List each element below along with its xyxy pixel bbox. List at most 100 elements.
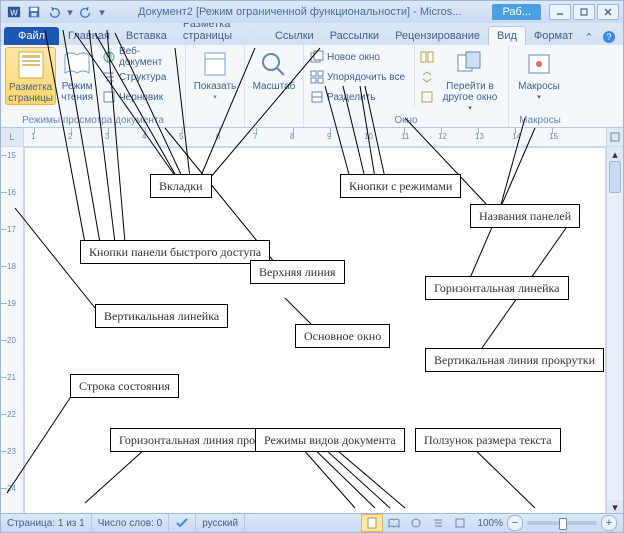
vertical-scrollbar[interactable]: ▴ ▾	[606, 147, 623, 514]
web-icon	[102, 50, 116, 64]
help-icon[interactable]: ?	[601, 29, 617, 45]
tab-home[interactable]: Главная	[60, 27, 118, 45]
zoom-slider[interactable]	[527, 521, 597, 525]
group-macros: Макросы▾ Макросы	[509, 45, 571, 127]
annotation-modes: Кнопки с режимами	[340, 174, 461, 198]
tab-insert[interactable]: Вставка	[118, 27, 175, 45]
annotation-vruler: Вертикальная линейка	[95, 304, 228, 328]
view-outline-icon[interactable]	[427, 514, 449, 532]
group-zoom: Масштаб	[245, 45, 304, 127]
status-view-buttons	[361, 514, 471, 532]
tab-format[interactable]: Формат	[526, 27, 581, 45]
status-word-count[interactable]: Число слов: 0	[92, 514, 169, 532]
window-title: Документ2 [Режим ограниченной функционал…	[107, 6, 492, 18]
zoom-level[interactable]: 100%	[477, 518, 503, 529]
tab-view[interactable]: Вид	[488, 26, 526, 45]
close-button[interactable]	[597, 4, 619, 20]
arrange-all-button[interactable]: Упорядочить все	[308, 67, 414, 87]
ribbon-tabs: Файл Главная Вставка Разметка страницы С…	[1, 23, 623, 45]
sync-scroll-button[interactable]	[418, 67, 442, 87]
switch-windows-icon	[454, 49, 486, 79]
show-icon	[199, 49, 231, 79]
ribbon: Разметка страницы Режим чтения Веб-докум…	[1, 45, 623, 128]
save-icon[interactable]	[25, 3, 43, 21]
split-icon	[310, 90, 324, 104]
redo-icon[interactable]	[77, 3, 95, 21]
annotation-top-line: Верхняя линия	[250, 260, 345, 284]
horizontal-ruler-bar: L 123456789101112131415	[1, 128, 623, 147]
new-window-button[interactable]: Новое окно	[308, 47, 414, 67]
draft-icon	[102, 90, 116, 104]
annotation-vscroll: Вертикальная линия прокрутки	[425, 348, 604, 372]
split-button[interactable]: Разделить	[308, 87, 414, 107]
horizontal-ruler[interactable]: 123456789101112131415	[24, 128, 606, 146]
view-reading-icon[interactable]	[383, 514, 405, 532]
side-by-side-button[interactable]	[418, 47, 442, 67]
tab-references[interactable]: Ссылки	[267, 27, 322, 45]
view-print-layout-icon[interactable]	[361, 514, 383, 532]
scroll-up-icon[interactable]: ▴	[607, 147, 623, 161]
svg-text:?: ?	[606, 32, 611, 42]
scroll-down-icon[interactable]: ▾	[607, 500, 623, 514]
status-bar: Страница: 1 из 1 Число слов: 0 русский 1…	[1, 513, 623, 532]
reading-icon	[61, 49, 93, 79]
view-web-icon[interactable]	[405, 514, 427, 532]
annotation-status: Строка состояния	[70, 374, 179, 398]
undo-dropdown-icon[interactable]: ▾	[65, 6, 75, 19]
contextual-tab[interactable]: Раб...	[492, 4, 541, 20]
vertical-ruler[interactable]: 15161718192021222324	[1, 147, 24, 514]
maximize-button[interactable]	[573, 4, 595, 20]
status-proofing[interactable]	[169, 514, 196, 532]
annotation-hruler: Горизонтальная линейка	[425, 276, 569, 300]
minimize-ribbon-icon[interactable]: ⌃	[581, 29, 597, 45]
group-show: Показать▾	[186, 45, 245, 127]
macros-button[interactable]: Макросы▾	[513, 47, 565, 103]
show-button[interactable]: Показать▾	[190, 47, 240, 103]
group-label-views: Режимы просмотра документа	[1, 115, 185, 127]
ruler-toggle-icon[interactable]	[606, 128, 623, 146]
print-layout-button[interactable]: Разметка страницы	[5, 47, 56, 105]
undo-icon[interactable]	[45, 3, 63, 21]
arrange-icon	[310, 70, 324, 84]
zoom-button[interactable]: Масштаб	[249, 47, 299, 92]
annotation-zoom: Ползунок размера текста	[415, 428, 561, 452]
status-zoom: 100% − +	[471, 515, 623, 531]
ruler-corner[interactable]: L	[1, 128, 24, 146]
reading-mode-button[interactable]: Режим чтения	[56, 47, 98, 103]
draft-button[interactable]: Черновик	[100, 87, 181, 107]
switch-windows-button[interactable]: Перейти в другое окно▾	[442, 47, 498, 114]
group-window: Новое окно Упорядочить все Разделить Пер…	[304, 45, 509, 127]
outline-icon	[102, 70, 116, 84]
outline-button[interactable]: Структура	[100, 67, 181, 87]
minimize-button[interactable]	[549, 4, 571, 20]
annotation-tabs: Вкладки	[150, 174, 212, 198]
group-document-views: Разметка страницы Режим чтения Веб-докум…	[1, 45, 186, 127]
annotation-main: Основное окно	[295, 324, 390, 348]
zoom-in-button[interactable]: +	[601, 515, 617, 531]
word-icon[interactable]: W	[5, 3, 23, 21]
web-layout-button[interactable]: Веб-документ	[100, 47, 181, 67]
print-layout-icon	[15, 50, 47, 80]
print-layout-label: Разметка страницы	[6, 82, 55, 104]
qat-customize-icon[interactable]: ▾	[97, 6, 107, 19]
tab-review[interactable]: Рецензирование	[387, 27, 488, 45]
reset-window-button[interactable]	[418, 87, 442, 107]
zoom-out-button[interactable]: −	[507, 515, 523, 531]
svg-text:W: W	[10, 9, 18, 18]
status-page[interactable]: Страница: 1 из 1	[1, 514, 92, 532]
zoom-thumb[interactable]	[559, 518, 567, 530]
status-language[interactable]: русский	[196, 514, 245, 532]
file-tab[interactable]: Файл	[4, 27, 59, 45]
proofing-icon	[175, 517, 189, 529]
document-canvas[interactable]: Вкладки Кнопки с режимами Названия панел…	[24, 147, 606, 514]
new-window-icon	[310, 50, 324, 64]
group-label-window: Окно	[304, 115, 508, 127]
window-controls	[549, 4, 619, 20]
title-bar: W ▾ ▾ Документ2 [Режим ограниченной функ…	[1, 1, 623, 23]
sync-scroll-icon	[420, 70, 434, 84]
view-draft-icon[interactable]	[449, 514, 471, 532]
magnifier-icon	[258, 49, 290, 79]
scrollbar-thumb[interactable]	[609, 161, 621, 193]
tab-mailings[interactable]: Рассылки	[322, 27, 387, 45]
group-label-macros: Макросы	[509, 115, 571, 127]
